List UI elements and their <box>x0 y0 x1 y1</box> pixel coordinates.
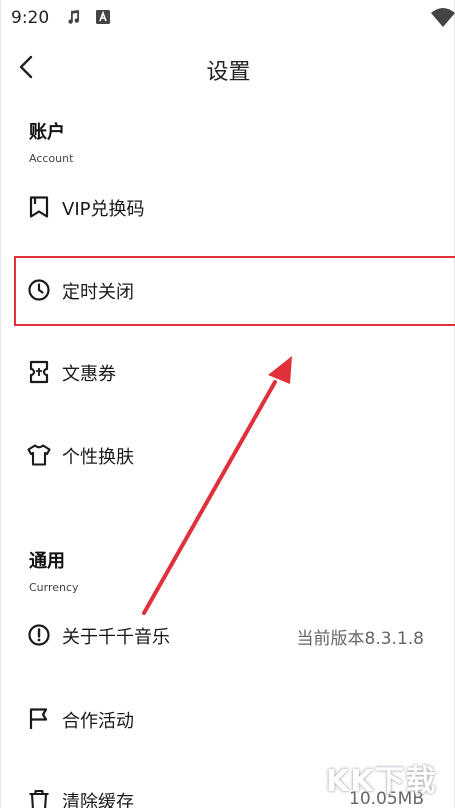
settings-item-about[interactable]: 关于千千音乐 当前版本8.3.1.8 <box>15 605 455 665</box>
section-title-account: 账户 <box>29 122 65 143</box>
watermark-logo: KK下载 <box>326 756 446 800</box>
watermark-text: KK下载 <box>326 764 437 799</box>
info-icon <box>27 623 51 647</box>
wifi-icon <box>430 6 455 32</box>
settings-item-label: 合作活动 <box>62 711 134 732</box>
font-a-icon <box>95 9 111 29</box>
top-app-bar: 设置 <box>1 42 455 94</box>
settings-item-partnership[interactable]: 合作活动 <box>15 689 455 749</box>
section-subtitle-account: Account <box>29 152 74 165</box>
coupon-icon <box>27 360 51 384</box>
settings-item-label: 清除缓存 <box>62 792 134 808</box>
section-subtitle-general: Currency <box>29 581 79 594</box>
settings-item-label: 定时关闭 <box>62 282 134 303</box>
shirt-icon <box>27 443 51 467</box>
settings-item-skin[interactable]: 个性换肤 <box>15 425 455 485</box>
page-title: 设置 <box>206 60 251 85</box>
settings-item-sleep-timer[interactable]: 定时关闭 <box>15 260 455 320</box>
status-time: 9:20 <box>11 8 50 28</box>
music-note-icon <box>65 9 81 29</box>
settings-item-coupon[interactable]: 文惠券 <box>15 342 455 402</box>
bookmark-icon <box>27 195 51 219</box>
settings-item-label: VIP兑换码 <box>62 199 145 220</box>
settings-item-label: 个性换肤 <box>62 447 134 468</box>
settings-item-vip-code[interactable]: VIP兑换码 <box>15 177 455 237</box>
settings-item-label: 关于千千音乐 <box>62 627 170 648</box>
app-version-value: 当前版本8.3.1.8 <box>296 629 424 649</box>
status-bar: 9:20 <box>1 0 455 36</box>
trash-icon <box>27 788 51 808</box>
clock-icon <box>27 278 51 302</box>
flag-icon <box>27 707 51 731</box>
annotation-arrow <box>142 356 292 615</box>
settings-item-label: 文惠券 <box>62 364 116 385</box>
section-title-general: 通用 <box>29 551 65 572</box>
